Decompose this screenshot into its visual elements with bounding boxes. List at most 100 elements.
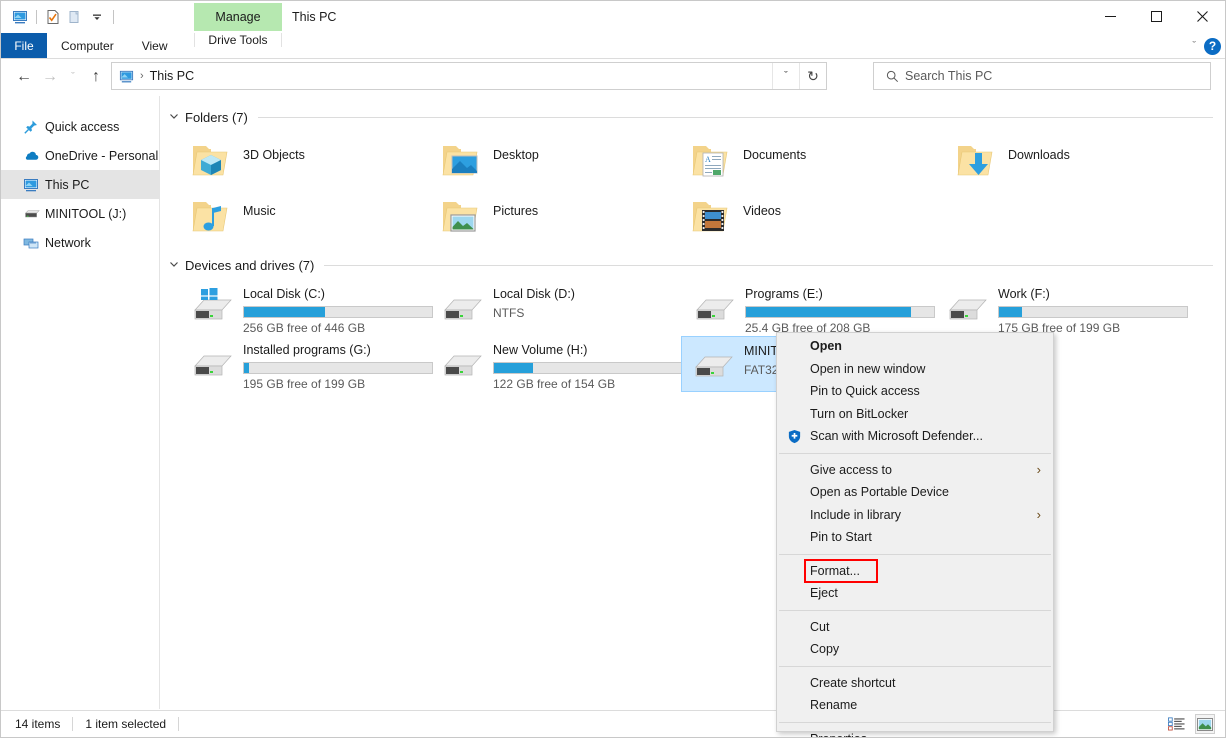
list-item[interactable]: Videos [681, 190, 785, 244]
address-input[interactable]: › This PC ˇ ↻ [111, 62, 827, 90]
new-folder-icon[interactable] [64, 6, 86, 28]
menu-item-open-in-new-window[interactable]: Open in new window [777, 358, 1053, 381]
list-item[interactable]: Music [181, 190, 280, 244]
breadcrumb-separator: › [140, 70, 144, 82]
address-dropdown-button[interactable]: ˇ [772, 63, 799, 89]
menu-item-copy[interactable]: Copy [777, 638, 1053, 661]
tab-manage[interactable]: Manage [194, 3, 282, 31]
drive-name: New Volume (H:) [493, 343, 588, 357]
drive-icon [23, 207, 45, 221]
tab-manage-label: Manage [215, 10, 261, 24]
menu-item-label: Pin to Quick access [810, 384, 920, 399]
drive-icon [689, 284, 737, 330]
menu-item-rename[interactable]: Rename [777, 694, 1053, 717]
status-divider-2 [178, 717, 180, 731]
forward-button[interactable]: → [37, 64, 63, 90]
menu-item-pin-to-quick-access[interactable]: Pin to Quick access [777, 380, 1053, 403]
help-icon[interactable]: ? [1204, 37, 1221, 55]
menu-item-cut[interactable]: Cut [777, 616, 1053, 639]
drive-icon [187, 340, 235, 386]
drive-icon [437, 284, 485, 330]
window-title-text: This PC [292, 10, 337, 24]
menu-item-give-access-to[interactable]: Give access to › [777, 459, 1053, 482]
menu-item-label: Copy [810, 642, 840, 657]
title-bar: Manage This PC [1, 1, 1225, 33]
list-item[interactable]: Desktop [431, 134, 543, 188]
list-item[interactable]: Work (F:) 175 GB free of 199 GB [936, 280, 1188, 340]
capacity-bar [998, 306, 1188, 318]
menu-item-label: Turn on BitLocker [810, 406, 909, 421]
sidebar-item-label: OneDrive - Personal [45, 148, 159, 163]
menu-item-create-shortcut[interactable]: Create shortcut [777, 672, 1053, 695]
list-item-text: Downloads [1008, 148, 1070, 162]
tab-view[interactable]: View [128, 33, 182, 58]
menu-separator [779, 553, 1051, 555]
drive-icon [437, 340, 485, 386]
menu-item-label: Open [810, 339, 842, 354]
list-item-text: Music [243, 204, 276, 218]
list-item[interactable]: Downloads [946, 134, 1074, 188]
group-header-devices[interactable]: Devices and drives (7) [161, 252, 1225, 278]
sidebar-item-minitool[interactable]: MINITOOL (J:) [1, 199, 159, 228]
sidebar-item-network[interactable]: Network [1, 228, 159, 257]
sidebar-item-label: Quick access [45, 119, 120, 134]
tab-file[interactable]: File [1, 33, 47, 58]
chevron-right-icon: › [1036, 462, 1041, 478]
menu-item-open-as-portable-device[interactable]: Open as Portable Device [777, 481, 1053, 504]
properties-icon[interactable] [42, 6, 64, 28]
list-item[interactable]: Pictures [431, 190, 542, 244]
search-input[interactable]: Search This PC [873, 62, 1211, 90]
menu-item-label: Properties [810, 732, 867, 737]
this-pc-icon [119, 69, 134, 84]
customize-dropdown-icon[interactable] [86, 6, 108, 28]
quick-access-toolbar [1, 1, 119, 33]
sidebar-item-quick-access[interactable]: Quick access [1, 112, 159, 141]
list-item[interactable]: New Volume (H:) 122 GB free of 154 GB [431, 336, 683, 396]
this-pc-icon[interactable] [9, 6, 31, 28]
folder-3d-objects-icon [187, 138, 235, 184]
menu-item-format[interactable]: Format... [804, 558, 878, 583]
list-item[interactable]: A Documents [681, 134, 810, 188]
chevron-down-icon[interactable] [169, 259, 179, 272]
menu-item-include-in-library[interactable]: Include in library › [777, 504, 1053, 527]
details-view-icon[interactable] [1166, 714, 1186, 734]
chevron-down-icon[interactable] [169, 111, 179, 124]
capacity-bar [493, 362, 683, 374]
tab-drive-tools[interactable]: Drive Tools [194, 33, 282, 47]
sidebar-item-onedrive[interactable]: OneDrive - Personal [1, 141, 159, 170]
search-icon [886, 70, 899, 83]
menu-item-pin-to-start[interactable]: Pin to Start [777, 526, 1053, 549]
list-item[interactable]: Local Disk (D:) NTFS [431, 280, 681, 334]
list-item[interactable]: Programs (E:) 25.4 GB free of 208 GB [683, 280, 935, 340]
group-divider [324, 264, 1213, 266]
list-item-text: Work (F:) 175 GB free of 199 GB [998, 284, 1188, 336]
menu-item-turn-on-bitlocker[interactable]: Turn on BitLocker [777, 403, 1053, 426]
up-button[interactable]: ↑ [83, 64, 109, 90]
chevron-down-icon[interactable]: ˇ [1192, 40, 1196, 52]
recent-locations-button[interactable]: ˇ [63, 64, 83, 90]
status-divider [72, 717, 74, 731]
sidebar-item-this-pc[interactable]: This PC [1, 170, 159, 199]
menu-item-label: Format... [810, 563, 861, 578]
refresh-button[interactable]: ↻ [799, 63, 826, 89]
window-controls [1087, 1, 1225, 31]
ribbon-tab-bar: File Computer View Drive Tools ˇ ? [1, 33, 1225, 59]
group-header-folders[interactable]: Folders (7) [161, 104, 1225, 130]
menu-item-label: Rename [810, 698, 858, 713]
minimize-button[interactable] [1087, 1, 1133, 31]
menu-item-scan-with-defender[interactable]: Scan with Microsoft Defender... [777, 425, 1053, 448]
list-item[interactable]: Installed programs (G:) 195 GB free of 1… [181, 336, 433, 396]
chevron-down-icon: ˇ [784, 70, 788, 82]
list-item[interactable]: 3D Objects [181, 134, 309, 188]
list-item[interactable]: Local Disk (C:) 256 GB free of 446 GB [181, 280, 433, 340]
back-button[interactable]: ← [11, 64, 37, 90]
close-button[interactable] [1179, 1, 1225, 31]
large-icons-view-icon[interactable] [1195, 714, 1215, 734]
capacity-bar [745, 306, 935, 318]
menu-item-properties[interactable]: Properties [777, 728, 1053, 737]
menu-item-open[interactable]: Open [777, 335, 1053, 358]
breadcrumb[interactable]: This PC [150, 69, 194, 83]
tab-computer[interactable]: Computer [47, 33, 128, 58]
maximize-button[interactable] [1133, 1, 1179, 31]
menu-item-eject[interactable]: Eject [777, 582, 1053, 605]
